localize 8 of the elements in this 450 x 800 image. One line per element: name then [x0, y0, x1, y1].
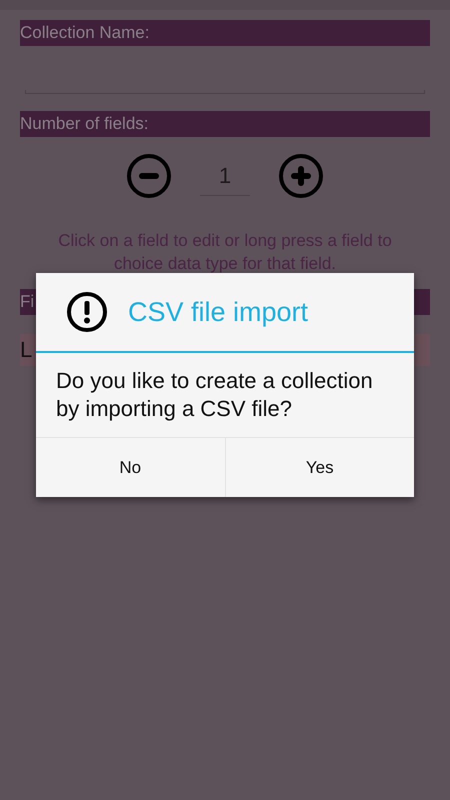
dialog-message: Do you like to create a collection by importing a CSV file? — [55, 367, 374, 423]
minus-icon[interactable] — [126, 153, 172, 199]
section-header: Collection Name: — [20, 20, 430, 46]
dialog-button[interactable]: No — [36, 438, 224, 497]
dialog-button[interactable]: Yes — [224, 438, 414, 497]
section-header: Number of fields: — [20, 111, 430, 137]
alert-icon — [66, 291, 108, 333]
plus-icon[interactable] — [278, 153, 324, 199]
